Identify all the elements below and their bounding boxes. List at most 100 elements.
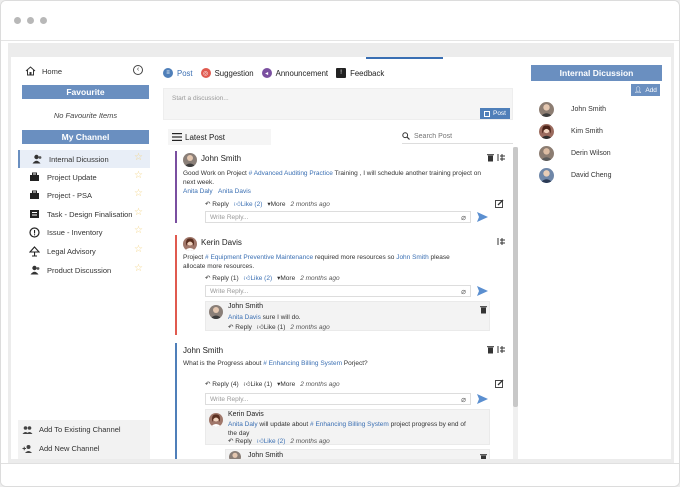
reply-icon: ↶: [228, 438, 236, 445]
send-icon[interactable]: [477, 394, 488, 404]
hashtag-link[interactable]: # Enhancing Billing System: [310, 421, 389, 428]
trash-icon[interactable]: [486, 153, 495, 162]
more-button[interactable]: ▾ More: [277, 274, 295, 283]
channel-item-product-discussion[interactable]: Product Discussion ☆: [18, 261, 150, 279]
member-item[interactable]: Derin Wilson: [539, 144, 664, 162]
tab-feedback[interactable]: ! Feedback: [336, 68, 384, 78]
post-item: Kerin Davis Project # Equipment Preventi…: [175, 235, 510, 335]
avatar[interactable]: [209, 305, 223, 319]
reply-icon: ↶: [205, 275, 213, 282]
avatar[interactable]: [183, 237, 197, 251]
reply-input[interactable]: Write Reply... ⌀: [205, 211, 471, 223]
avatar[interactable]: [209, 413, 223, 427]
reply-text: will update about: [257, 421, 311, 428]
tab-announcement[interactable]: ◂ Announcement: [261, 68, 328, 78]
edit-icon[interactable]: [495, 199, 504, 208]
reply-author[interactable]: John Smith: [228, 303, 263, 310]
paperclip-icon[interactable]: ⌀: [461, 213, 466, 222]
mention-link[interactable]: Anita Daly: [183, 188, 213, 195]
star-icon[interactable]: ☆: [134, 264, 143, 274]
reply-author[interactable]: Kerin Davis: [228, 411, 264, 418]
reply-input[interactable]: Write Reply... ⌀: [205, 393, 471, 405]
member-item[interactable]: John Smith: [539, 100, 664, 118]
discussion-composer[interactable]: Start a discussion... Post: [163, 88, 513, 120]
channel-item-legal-advisory[interactable]: Legal Advisory ☆: [18, 242, 150, 260]
star-icon[interactable]: ☆: [134, 189, 143, 199]
feed-scrollbar[interactable]: [513, 147, 518, 459]
hashtag-link[interactable]: # Advanced Auditing Practice: [249, 170, 333, 177]
post-author[interactable]: Kerin Davis: [201, 238, 242, 247]
trash-icon[interactable]: [479, 453, 488, 459]
send-icon[interactable]: [477, 286, 488, 296]
reply-button[interactable]: ↶ Reply (1): [205, 274, 239, 283]
channel-item-internal-dicussion[interactable]: Internal Dicussion ☆: [18, 150, 150, 168]
channel-item-issue-inventory[interactable]: Issue - Inventory ☆: [18, 223, 150, 241]
window-dot[interactable]: [27, 17, 34, 24]
post-author[interactable]: John Smith: [201, 154, 241, 163]
home-link[interactable]: Home ‹: [25, 64, 149, 78]
like-button[interactable]: 👍︎ Like (2): [244, 274, 272, 283]
add-member-button[interactable]: 👤︎ Add: [631, 84, 660, 96]
post-button-label: Post: [492, 110, 506, 117]
member-name: Derin Wilson: [571, 149, 611, 157]
hashtag-link[interactable]: # Enhancing Billing System: [263, 360, 342, 367]
send-icon[interactable]: [477, 212, 488, 222]
like-button[interactable]: 👍︎ Like (2): [234, 200, 262, 209]
window-dot[interactable]: [14, 17, 21, 24]
like-button[interactable]: 👍︎ Like (1): [257, 323, 285, 332]
star-icon[interactable]: ☆: [134, 226, 143, 236]
reply-button[interactable]: ↶ Reply: [228, 323, 252, 332]
post-button[interactable]: Post: [480, 108, 510, 119]
mention-link[interactable]: John Smith: [396, 254, 429, 261]
channel-item-task-design-finalisation[interactable]: Task - Design Finalisation ☆: [18, 205, 150, 223]
avatar[interactable]: [229, 451, 241, 459]
reply-input[interactable]: Write Reply... ⌀: [205, 285, 471, 297]
mention-link[interactable]: Anita Davis: [218, 188, 251, 195]
more-button[interactable]: ▾ More: [277, 380, 295, 389]
star-icon[interactable]: ☆: [134, 245, 143, 255]
member-name: Kim Smith: [571, 127, 603, 135]
star-icon[interactable]: ☆: [134, 153, 143, 163]
like-button[interactable]: 👍︎ Like (1): [244, 380, 272, 389]
reply-button[interactable]: ↶ Reply: [205, 200, 229, 209]
add-new-channel-button[interactable]: Add New Channel: [18, 439, 150, 458]
pin-icon[interactable]: [497, 153, 506, 162]
scrollbar-thumb[interactable]: [513, 147, 518, 407]
reply-button[interactable]: ↶ Reply (4): [205, 380, 239, 389]
mentions-row: Anita Daly Anita Davis: [183, 187, 251, 196]
mention-link[interactable]: Anita Daly: [228, 421, 258, 428]
trash-icon[interactable]: [486, 345, 495, 354]
edit-icon[interactable]: [495, 379, 504, 388]
latest-post-dropdown[interactable]: Latest Post: [168, 129, 271, 145]
member-item[interactable]: Kim Smith: [539, 122, 664, 140]
search-input[interactable]: [414, 132, 504, 140]
like-button[interactable]: 👍︎ Like (2): [257, 437, 285, 446]
pin-icon[interactable]: [497, 345, 506, 354]
paperclip-icon[interactable]: ⌀: [461, 287, 466, 296]
sidebar: Home ‹ Favourite No Favourite Items My C…: [11, 57, 151, 459]
search-post[interactable]: [402, 129, 513, 144]
tab-suggestion[interactable]: ◎ Suggestion: [200, 68, 254, 78]
add-to-existing-channel-button[interactable]: Add To Existing Channel: [18, 420, 150, 439]
hashtag-link[interactable]: # Equipment Preventive Maintenance: [205, 254, 313, 261]
mention-link[interactable]: Anita Davis: [228, 314, 261, 321]
paperclip-icon[interactable]: ⌀: [461, 395, 466, 404]
pin-icon[interactable]: [497, 237, 506, 246]
channel-item-project-psa[interactable]: Project - PSA ☆: [18, 186, 150, 204]
tab-post[interactable]: ≡ Post: [163, 68, 193, 78]
channel-item-project-update[interactable]: Project Update ☆: [18, 168, 150, 186]
star-icon[interactable]: ☆: [134, 171, 143, 181]
star-icon[interactable]: ☆: [134, 208, 143, 218]
avatar[interactable]: [183, 153, 197, 167]
collapse-icon[interactable]: ‹: [133, 65, 143, 75]
tab-indicator: [366, 57, 443, 59]
window-dot[interactable]: [40, 17, 47, 24]
channel-label: Product Discussion: [47, 265, 112, 275]
reply-button[interactable]: ↶ Reply: [228, 437, 252, 446]
member-item[interactable]: David Cheng: [539, 166, 664, 184]
more-button[interactable]: ▾ More: [267, 200, 285, 209]
trash-icon[interactable]: [479, 305, 488, 314]
reply-author[interactable]: John Smith: [248, 452, 283, 459]
menu-icon: [172, 133, 182, 141]
post-author[interactable]: John Smith: [183, 346, 223, 355]
